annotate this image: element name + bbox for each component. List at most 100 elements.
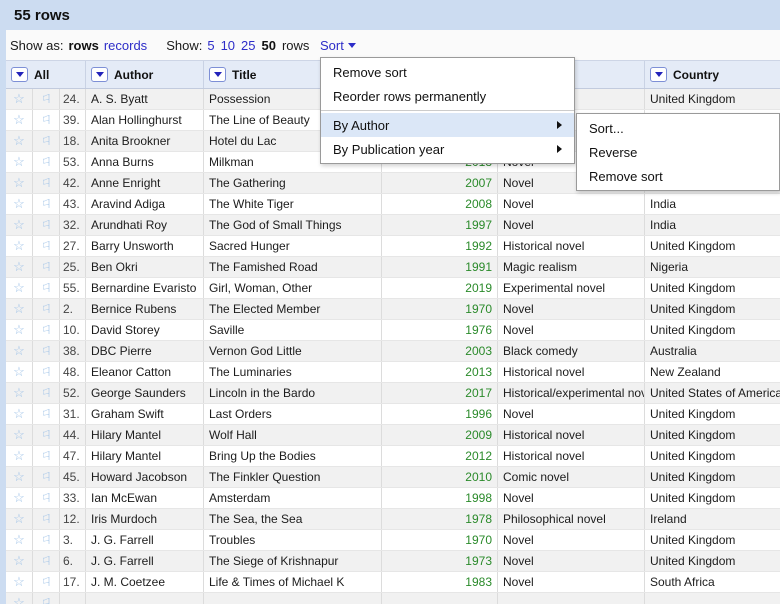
cell-genre[interactable]: Novel — [498, 299, 645, 319]
cell-author[interactable]: David Storey — [86, 320, 204, 340]
cell-country[interactable]: India — [645, 215, 780, 235]
star-icon[interactable]: ☆ — [6, 425, 33, 445]
flag-icon[interactable]: ⚐ — [33, 551, 60, 571]
flag-icon[interactable]: ⚐ — [33, 152, 60, 172]
cell-title[interactable]: Bring Up the Bodies — [204, 446, 382, 466]
cell-publication-year[interactable]: 2009 — [382, 425, 498, 445]
show-as-records-link[interactable]: records — [104, 38, 147, 53]
star-icon[interactable]: ☆ — [6, 173, 33, 193]
flag-icon[interactable]: ⚐ — [33, 593, 60, 604]
cell-country[interactable] — [645, 593, 780, 604]
cell-author[interactable]: Ian McEwan — [86, 488, 204, 508]
flag-icon[interactable]: ⚐ — [33, 509, 60, 529]
star-icon[interactable]: ☆ — [6, 362, 33, 382]
star-icon[interactable]: ☆ — [6, 341, 33, 361]
cell-author[interactable]: Anna Burns — [86, 152, 204, 172]
star-icon[interactable]: ☆ — [6, 488, 33, 508]
cell-author[interactable]: Alan Hollinghurst — [86, 110, 204, 130]
cell-publication-year[interactable]: 1970 — [382, 299, 498, 319]
cell-country[interactable]: Nigeria — [645, 257, 780, 277]
page-size-50-selected[interactable]: 50 — [262, 38, 276, 53]
cell-title[interactable]: The Famished Road — [204, 257, 382, 277]
flag-icon[interactable]: ⚐ — [33, 110, 60, 130]
cell-title[interactable]: Troubles — [204, 530, 382, 550]
cell-country[interactable]: United Kingdom — [645, 488, 780, 508]
cell-genre[interactable] — [498, 593, 645, 604]
column-menu-author-button[interactable] — [91, 67, 108, 82]
flag-icon[interactable]: ⚐ — [33, 236, 60, 256]
cell-publication-year[interactable]: 1992 — [382, 236, 498, 256]
cell-genre[interactable]: Novel — [498, 404, 645, 424]
flag-icon[interactable]: ⚐ — [33, 572, 60, 592]
cell-author[interactable]: Ben Okri — [86, 257, 204, 277]
cell-publication-year[interactable]: 1973 — [382, 551, 498, 571]
star-icon[interactable]: ☆ — [6, 89, 33, 109]
cell-country[interactable]: United Kingdom — [645, 404, 780, 424]
cell-genre[interactable]: Historical novel — [498, 425, 645, 445]
cell-author[interactable]: George Saunders — [86, 383, 204, 403]
star-icon[interactable]: ☆ — [6, 278, 33, 298]
cell-author[interactable] — [86, 593, 204, 604]
flag-icon[interactable]: ⚐ — [33, 530, 60, 550]
cell-author[interactable]: A. S. Byatt — [86, 89, 204, 109]
cell-genre[interactable]: Experimental novel — [498, 278, 645, 298]
submenu-item-sort[interactable]: Sort... — [577, 116, 779, 140]
cell-genre[interactable]: Novel — [498, 194, 645, 214]
star-icon[interactable]: ☆ — [6, 110, 33, 130]
flag-icon[interactable]: ⚐ — [33, 278, 60, 298]
menu-item-by-publication-year[interactable]: By Publication year — [321, 137, 574, 161]
cell-publication-year[interactable] — [382, 593, 498, 604]
cell-country[interactable]: United Kingdom — [645, 467, 780, 487]
star-icon[interactable]: ☆ — [6, 215, 33, 235]
menu-item-reorder-rows-permanently[interactable]: Reorder rows permanently — [321, 84, 574, 108]
cell-country[interactable]: United Kingdom — [645, 551, 780, 571]
star-icon[interactable]: ☆ — [6, 509, 33, 529]
cell-author[interactable]: DBC Pierre — [86, 341, 204, 361]
cell-publication-year[interactable]: 2013 — [382, 362, 498, 382]
cell-title[interactable]: Wolf Hall — [204, 425, 382, 445]
cell-title[interactable] — [204, 593, 382, 604]
flag-icon[interactable]: ⚐ — [33, 257, 60, 277]
star-icon[interactable]: ☆ — [6, 467, 33, 487]
star-icon[interactable]: ☆ — [6, 551, 33, 571]
cell-title[interactable]: The Elected Member — [204, 299, 382, 319]
cell-country[interactable]: Australia — [645, 341, 780, 361]
cell-author[interactable]: J. M. Coetzee — [86, 572, 204, 592]
column-menu-country-button[interactable] — [650, 67, 667, 82]
cell-title[interactable]: Sacred Hunger — [204, 236, 382, 256]
cell-author[interactable]: J. G. Farrell — [86, 530, 204, 550]
cell-title[interactable]: The Gathering — [204, 173, 382, 193]
cell-title[interactable]: Vernon God Little — [204, 341, 382, 361]
cell-country[interactable]: United States of America — [645, 383, 780, 403]
cell-author[interactable]: Arundhati Roy — [86, 215, 204, 235]
submenu-item-remove-sort[interactable]: Remove sort — [577, 164, 779, 188]
cell-country[interactable]: United Kingdom — [645, 278, 780, 298]
cell-genre[interactable]: Historical novel — [498, 236, 645, 256]
flag-icon[interactable]: ⚐ — [33, 341, 60, 361]
cell-title[interactable]: Saville — [204, 320, 382, 340]
cell-publication-year[interactable]: 2019 — [382, 278, 498, 298]
menu-item-by-author[interactable]: By Author — [321, 113, 574, 137]
cell-country[interactable]: United Kingdom — [645, 530, 780, 550]
star-icon[interactable]: ☆ — [6, 236, 33, 256]
star-icon[interactable]: ☆ — [6, 131, 33, 151]
cell-genre[interactable]: Historical/experimental novel — [498, 383, 645, 403]
cell-author[interactable]: Eleanor Catton — [86, 362, 204, 382]
cell-author[interactable]: Hilary Mantel — [86, 425, 204, 445]
cell-author[interactable]: Anne Enright — [86, 173, 204, 193]
cell-author[interactable]: Aravind Adiga — [86, 194, 204, 214]
cell-publication-year[interactable]: 2003 — [382, 341, 498, 361]
cell-title[interactable]: The Sea, the Sea — [204, 509, 382, 529]
cell-author[interactable]: J. G. Farrell — [86, 551, 204, 571]
cell-country[interactable]: United Kingdom — [645, 299, 780, 319]
cell-publication-year[interactable]: 2010 — [382, 467, 498, 487]
cell-country[interactable]: India — [645, 194, 780, 214]
cell-title[interactable]: Amsterdam — [204, 488, 382, 508]
cell-country[interactable]: United Kingdom — [645, 236, 780, 256]
page-size-5-link[interactable]: 5 — [207, 38, 214, 53]
cell-title[interactable]: The Luminaries — [204, 362, 382, 382]
cell-publication-year[interactable]: 1976 — [382, 320, 498, 340]
flag-icon[interactable]: ⚐ — [33, 362, 60, 382]
cell-author[interactable]: Howard Jacobson — [86, 467, 204, 487]
flag-icon[interactable]: ⚐ — [33, 215, 60, 235]
